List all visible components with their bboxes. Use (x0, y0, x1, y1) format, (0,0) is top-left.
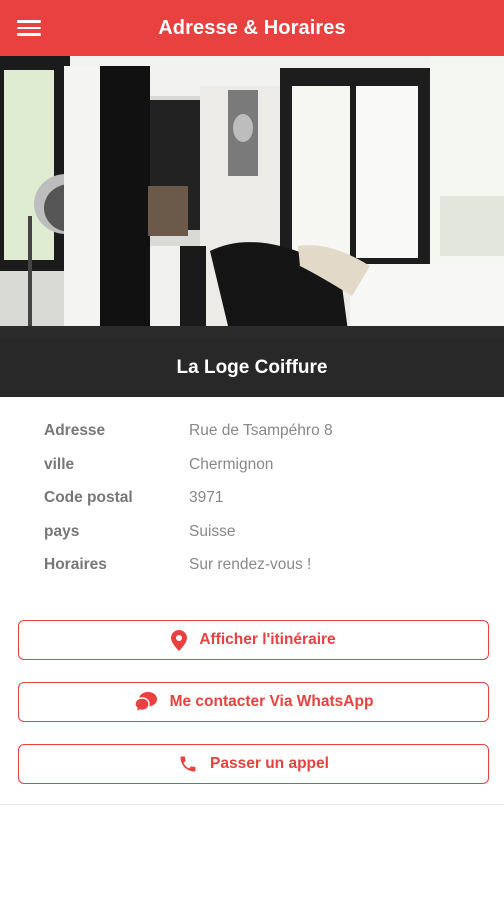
info-value: Rue de Tsampéhro 8 (189, 422, 333, 439)
info-value: Chermignon (189, 455, 274, 473)
info-row-postal-code: Code postal 3971 (0, 489, 504, 523)
show-route-button[interactable]: Afficher l'itinéraire (18, 620, 489, 660)
call-label: Passer un appel (210, 755, 329, 772)
whatsapp-contact-button[interactable]: Me contacter Via WhatsApp (18, 682, 489, 722)
info-value: Sur rendez-vous ! (189, 556, 312, 573)
info-row-address: Adresse Rue de Tsampéhro 8 (0, 422, 504, 456)
salon-name-caption: La Loge Coiffure (0, 338, 504, 397)
info-label: Horaires (44, 556, 107, 573)
whatsapp-contact-label: Me contacter Via WhatsApp (169, 693, 374, 710)
info-label: Adresse (44, 422, 106, 439)
call-button[interactable]: Passer un appel (18, 744, 489, 784)
info-label: pays (44, 522, 80, 540)
app-bar: Adresse & Horaires (0, 0, 504, 56)
info-row-country: pays Suisse (0, 523, 504, 557)
info-label: ville (44, 455, 75, 473)
info-list: Adresse Rue de Tsampéhro 8 ville Chermig… (0, 422, 504, 590)
info-row-hours: Horaires Sur rendez-vous ! (0, 556, 504, 590)
info-value: 3971 (189, 489, 224, 506)
info-row-city: ville Chermignon (0, 456, 504, 490)
salon-photo: La Loge Coiffure (0, 56, 504, 397)
page-title: Adresse & Horaires (158, 16, 346, 39)
info-value: Suisse (189, 522, 236, 540)
chat-bubble-icon (133, 692, 157, 713)
show-route-label: Afficher l'itinéraire (199, 631, 336, 648)
map-pin-icon (171, 629, 188, 651)
info-label: Code postal (44, 489, 133, 506)
hamburger-menu-icon[interactable] (17, 17, 41, 39)
divider (0, 804, 504, 805)
phone-icon (180, 756, 196, 772)
